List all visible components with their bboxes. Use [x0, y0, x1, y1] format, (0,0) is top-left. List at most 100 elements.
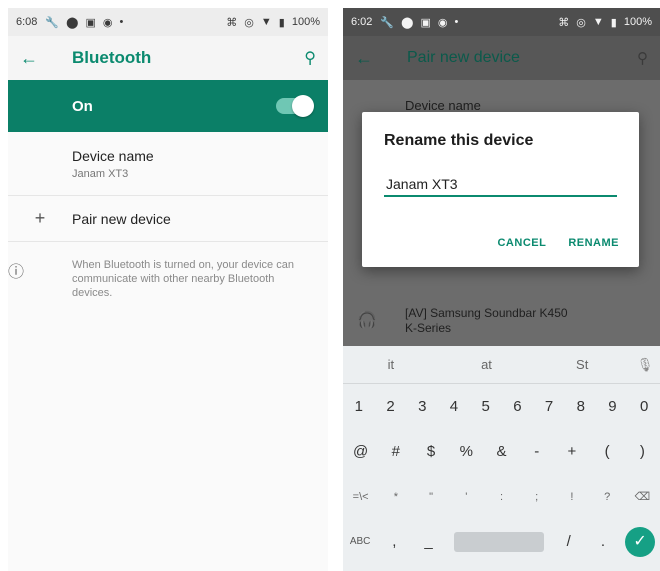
- device-name-value: Janam XT3: [72, 167, 129, 180]
- device-name-row[interactable]: Device name Janam XT3: [8, 132, 328, 196]
- key-8[interactable]: 8: [565, 398, 597, 415]
- key-minus[interactable]: -: [519, 443, 554, 460]
- pair-device-screen: 6:02 🔧 ⬤ ▣ ◉ • ⌘ ◎ ▼ ▮ 100% ← Pair new d…: [343, 8, 660, 571]
- status-bar: 6:02 🔧 ⬤ ▣ ◉ • ⌘ ◎ ▼ ▮ 100%: [343, 8, 660, 36]
- status-time: 6:02: [351, 16, 373, 28]
- key-1[interactable]: 1: [343, 398, 375, 415]
- bluetooth-status-icon: ⌘: [558, 16, 570, 29]
- bluetooth-status-icon: ⌘: [226, 16, 238, 29]
- on-label: On: [72, 97, 93, 115]
- key-slash[interactable]: /: [552, 533, 586, 550]
- device-item-name: [AV] Samsung Soundbar K450 K-Series: [405, 306, 568, 335]
- rename-button[interactable]: RENAME: [568, 237, 619, 249]
- status-bar: 6:08 🔧 ⬤ ▣ ◉ • ⌘ ◎ ▼ ▮ 100%: [8, 8, 328, 36]
- key-0[interactable]: 0: [628, 398, 660, 415]
- mic-icon[interactable]: 🎙: [630, 357, 660, 373]
- app-bar: ← Bluetooth ⚲: [8, 36, 328, 80]
- key-4[interactable]: 4: [438, 398, 470, 415]
- key-comma[interactable]: ,: [377, 533, 411, 550]
- app-bar: ← Pair new device ⚲: [343, 36, 660, 80]
- status-icons-left: 🔧 ⬤ ▣ ◉ •: [45, 16, 123, 29]
- bluetooth-toggle-row[interactable]: On: [8, 80, 328, 132]
- spacebar[interactable]: [453, 531, 544, 552]
- location-icon: ⬤: [401, 16, 414, 29]
- keyboard: it at St 🎙 1 2 3 4 5 6 7 8 9 0 @ # $ % &…: [343, 346, 660, 571]
- keyboard-row-more: =\< * " ' : ; ! ? ⌫: [343, 474, 660, 519]
- suggestion-bar: it at St 🎙: [343, 346, 660, 384]
- key-semicolon[interactable]: ;: [519, 491, 554, 503]
- key-9[interactable]: 9: [597, 398, 629, 415]
- key-abc[interactable]: ABC: [343, 536, 377, 547]
- arrow-left-icon[interactable]: ←: [20, 48, 48, 69]
- cancel-button[interactable]: CANCEL: [497, 237, 546, 249]
- list-item[interactable]: 🎧 [AV] Samsung Soundbar K450 K-Series: [343, 306, 660, 336]
- battery-icon: ▮: [610, 16, 617, 29]
- wifi-icon: ▼: [260, 16, 272, 28]
- wifi-icon: ▼: [592, 16, 604, 28]
- keyboard-row-numbers: 1 2 3 4 5 6 7 8 9 0: [343, 384, 660, 429]
- backspace-icon[interactable]: ⌫: [625, 490, 660, 503]
- image-icon: ▣: [85, 16, 96, 29]
- location-pin-icon: ◉: [102, 16, 113, 29]
- check-icon: ✓: [625, 526, 656, 557]
- key-5[interactable]: 5: [470, 398, 502, 415]
- key-2[interactable]: 2: [375, 398, 407, 415]
- dialog-actions: CANCEL RENAME: [497, 237, 619, 249]
- key-more-symbols[interactable]: =\<: [343, 491, 378, 503]
- wrench-icon: 🔧: [380, 16, 395, 29]
- device-name-label: Device name: [405, 98, 481, 113]
- status-icons-left: 🔧 ⬤ ▣ ◉ •: [380, 16, 458, 29]
- key-asterisk[interactable]: *: [378, 491, 413, 503]
- key-paren-open[interactable]: (: [590, 443, 625, 460]
- page-title: Bluetooth: [72, 48, 152, 67]
- search-icon[interactable]: ⚲: [304, 48, 316, 68]
- headphones-icon: 🎧: [357, 312, 377, 329]
- key-underscore[interactable]: _: [411, 533, 445, 550]
- key-3[interactable]: 3: [406, 398, 438, 415]
- suggestion-2[interactable]: at: [439, 357, 535, 372]
- image-icon: ▣: [420, 16, 431, 29]
- key-ampersand[interactable]: &: [484, 443, 519, 460]
- dot-icon: •: [454, 16, 459, 28]
- status-icons-right: ⌘ ◎ ▼ ▮ 100%: [558, 16, 652, 29]
- wrench-icon: 🔧: [45, 16, 60, 29]
- key-hash[interactable]: #: [378, 443, 413, 460]
- key-quote[interactable]: ": [413, 491, 448, 503]
- vibrate-icon: ◎: [576, 16, 586, 29]
- info-section: ⓘ When Bluetooth is turned on, your devi…: [8, 242, 328, 300]
- device-name-title: Device name: [72, 147, 154, 164]
- pair-new-device-label: Pair new device: [72, 210, 171, 227]
- search-icon[interactable]: ⚲: [637, 49, 648, 67]
- key-apostrophe[interactable]: ': [449, 491, 484, 503]
- suggestion-1[interactable]: it: [343, 357, 439, 372]
- done-button[interactable]: ✓: [620, 526, 660, 557]
- key-dollar[interactable]: $: [413, 443, 448, 460]
- location-icon: ⬤: [66, 16, 79, 29]
- key-plus[interactable]: +: [554, 443, 589, 460]
- key-6[interactable]: 6: [502, 398, 534, 415]
- suggestion-3[interactable]: St: [534, 357, 630, 372]
- key-period[interactable]: .: [586, 533, 620, 550]
- pair-new-device-row[interactable]: + Pair new device: [8, 196, 328, 242]
- status-time: 6:08: [16, 16, 38, 28]
- bluetooth-switch[interactable]: [276, 95, 314, 117]
- key-question[interactable]: ?: [590, 491, 625, 503]
- key-exclaim[interactable]: !: [554, 491, 589, 503]
- key-at[interactable]: @: [343, 443, 378, 460]
- dot-icon: •: [119, 16, 124, 28]
- battery-percent: 100%: [291, 16, 320, 28]
- keyboard-row-bottom: ABC , _ / . ✓: [343, 519, 660, 564]
- status-icons-right: ⌘ ◎ ▼ ▮ 100%: [226, 16, 320, 29]
- page-title: Pair new device: [407, 49, 520, 66]
- dialog-title: Rename this device: [384, 132, 534, 149]
- bluetooth-screen: 6:08 🔧 ⬤ ▣ ◉ • ⌘ ◎ ▼ ▮ 100% ← Bluetooth …: [8, 8, 328, 571]
- rename-dialog: Rename this device CANCEL RENAME: [362, 112, 639, 267]
- device-name-input[interactable]: [384, 172, 617, 197]
- vibrate-icon: ◎: [244, 16, 254, 29]
- key-percent[interactable]: %: [449, 443, 484, 460]
- key-paren-close[interactable]: ): [625, 443, 660, 460]
- key-7[interactable]: 7: [533, 398, 565, 415]
- key-colon[interactable]: :: [484, 491, 519, 503]
- arrow-left-icon[interactable]: ←: [355, 48, 383, 69]
- info-text: When Bluetooth is turned on, your device…: [72, 259, 294, 299]
